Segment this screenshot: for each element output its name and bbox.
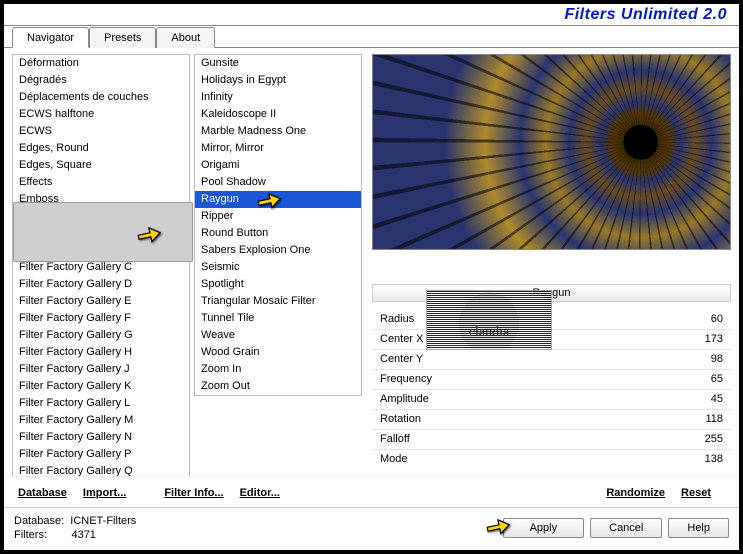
footer-meta: Database: ICNET-Filters Filters: 4371 xyxy=(14,514,136,542)
preview-panel: Raygun Radius60Center X173Center Y98Freq… xyxy=(368,54,731,476)
filter-item[interactable]: Tunnel Tile xyxy=(195,310,361,327)
param-value: 98 xyxy=(711,351,723,368)
category-item[interactable]: Déplacements de couches xyxy=(13,89,189,106)
main-area: DéformationDégradésDéplacements de couch… xyxy=(4,48,739,476)
category-item[interactable]: Filter Factory Gallery J xyxy=(13,361,189,378)
category-item[interactable]: Filter Factory Gallery G xyxy=(13,327,189,344)
param-label: Frequency xyxy=(380,371,432,388)
filter-item[interactable]: Zoom In xyxy=(195,361,361,378)
param-value: 60 xyxy=(711,311,723,328)
filter-item[interactable]: Weave xyxy=(195,327,361,344)
filter-item[interactable]: Infinity xyxy=(195,89,361,106)
filter-item[interactable]: Spotlight xyxy=(195,276,361,293)
category-item[interactable]: Filter Factory Gallery K xyxy=(13,378,189,395)
category-item[interactable]: Filter Factory Gallery H xyxy=(13,344,189,361)
reset-link[interactable]: Reset xyxy=(675,485,717,501)
category-item[interactable]: Effects xyxy=(13,174,189,191)
tab-about[interactable]: About xyxy=(156,27,215,48)
param-value: 255 xyxy=(705,431,723,448)
app-window: Filters Unlimited 2.0 NavigatorPresetsAb… xyxy=(0,0,743,554)
filter-item[interactable]: Sabers Explosion One xyxy=(195,242,361,259)
filters-count: 4371 xyxy=(71,529,95,541)
db-label: Database: xyxy=(14,515,64,527)
param-value: 65 xyxy=(711,371,723,388)
param-value: 45 xyxy=(711,391,723,408)
category-item[interactable]: ECWS halftone xyxy=(13,106,189,123)
filter-item[interactable]: Seismic xyxy=(195,259,361,276)
param-row[interactable]: Center Y 98 xyxy=(372,349,731,369)
tabs: NavigatorPresetsAbout xyxy=(4,26,739,48)
footer: Database: ICNET-Filters Filters: 4371 Ap… xyxy=(4,507,739,550)
filters-label: Filters: xyxy=(14,529,47,541)
editor-link[interactable]: Editor... xyxy=(234,485,286,501)
filter-item[interactable]: Zoom Out xyxy=(195,378,361,395)
param-value: 173 xyxy=(705,331,723,348)
param-row[interactable]: Mode 138 xyxy=(372,449,731,469)
filter-item[interactable]: Triangular Mosaic Filter xyxy=(195,293,361,310)
filter-item[interactable]: Marble Madness One xyxy=(195,123,361,140)
category-item[interactable]: Filter Factory Gallery L xyxy=(13,395,189,412)
category-item[interactable]: Filter Factory Gallery M xyxy=(13,412,189,429)
filter-item[interactable]: Wood Grain xyxy=(195,344,361,361)
category-item[interactable]: Filter Factory Gallery P xyxy=(13,446,189,463)
filter-item[interactable]: Origami xyxy=(195,157,361,174)
param-label: Radius xyxy=(380,311,414,328)
filter-item[interactable]: Holidays in Egypt xyxy=(195,72,361,89)
param-value: 138 xyxy=(705,451,723,468)
tab-navigator[interactable]: Navigator xyxy=(12,27,89,48)
category-item[interactable]: Filter Factory Gallery E xyxy=(13,293,189,310)
category-item[interactable]: Déformation xyxy=(13,55,189,72)
parameter-list: Radius 60 Center X 173 Center Y 98 Frequency 65… xyxy=(372,310,731,476)
database-link[interactable]: Database xyxy=(12,485,73,501)
help-button[interactable]: Help xyxy=(668,518,729,538)
param-row[interactable]: Center X 173 xyxy=(372,329,731,349)
app-title: Filters Unlimited 2.0 xyxy=(564,6,727,24)
link-row: Database Import... Filter Info... Editor… xyxy=(4,476,739,507)
scrollbar-thumb[interactable] xyxy=(13,202,193,262)
filter-name-label: Raygun xyxy=(372,284,731,302)
titlebar: Filters Unlimited 2.0 xyxy=(4,4,739,26)
category-list[interactable]: DéformationDégradésDéplacements de couch… xyxy=(12,54,190,476)
filter-item[interactable]: Kaleidoscope II xyxy=(195,106,361,123)
filter-item[interactable]: Raygun xyxy=(195,191,361,208)
filter-item[interactable]: Pool Shadow xyxy=(195,174,361,191)
param-label: Falloff xyxy=(380,431,410,448)
tab-presets[interactable]: Presets xyxy=(89,27,156,48)
category-item[interactable]: Edges, Round xyxy=(13,140,189,157)
randomize-link[interactable]: Randomize xyxy=(600,485,671,501)
filter-item[interactable]: Mirror, Mirror xyxy=(195,140,361,157)
param-label: Mode xyxy=(380,451,408,468)
param-label: Rotation xyxy=(380,411,421,428)
filter-item[interactable]: Round Button xyxy=(195,225,361,242)
filter-list[interactable]: GunsiteHolidays in EgyptInfinityKaleidos… xyxy=(194,54,362,396)
param-row[interactable]: Rotation 118 xyxy=(372,409,731,429)
apply-button[interactable]: Apply xyxy=(503,518,585,538)
param-row[interactable]: Radius 60 xyxy=(372,310,731,329)
param-row[interactable]: Frequency 65 xyxy=(372,369,731,389)
param-label: Amplitude xyxy=(380,391,429,408)
param-label: Center X xyxy=(380,331,423,348)
category-item[interactable]: Edges, Square xyxy=(13,157,189,174)
filter-item[interactable]: Gunsite xyxy=(195,55,361,72)
filter-info-link[interactable]: Filter Info... xyxy=(158,485,229,501)
category-item[interactable]: Dégradés xyxy=(13,72,189,89)
category-item[interactable]: ECWS xyxy=(13,123,189,140)
param-row[interactable]: Amplitude 45 xyxy=(372,389,731,409)
db-value: ICNET-Filters xyxy=(70,515,136,527)
param-label: Center Y xyxy=(380,351,423,368)
category-item[interactable]: Filter Factory Gallery N xyxy=(13,429,189,446)
filter-item[interactable]: Ripper xyxy=(195,208,361,225)
preview-image xyxy=(372,54,731,250)
param-row[interactable]: Falloff 255 xyxy=(372,429,731,449)
cancel-button[interactable]: Cancel xyxy=(590,518,662,538)
param-value: 118 xyxy=(705,411,723,428)
category-item[interactable]: Filter Factory Gallery Q xyxy=(13,463,189,476)
category-item[interactable]: Filter Factory Gallery F xyxy=(13,310,189,327)
category-item[interactable]: Filter Factory Gallery D xyxy=(13,276,189,293)
import-link[interactable]: Import... xyxy=(77,485,132,501)
